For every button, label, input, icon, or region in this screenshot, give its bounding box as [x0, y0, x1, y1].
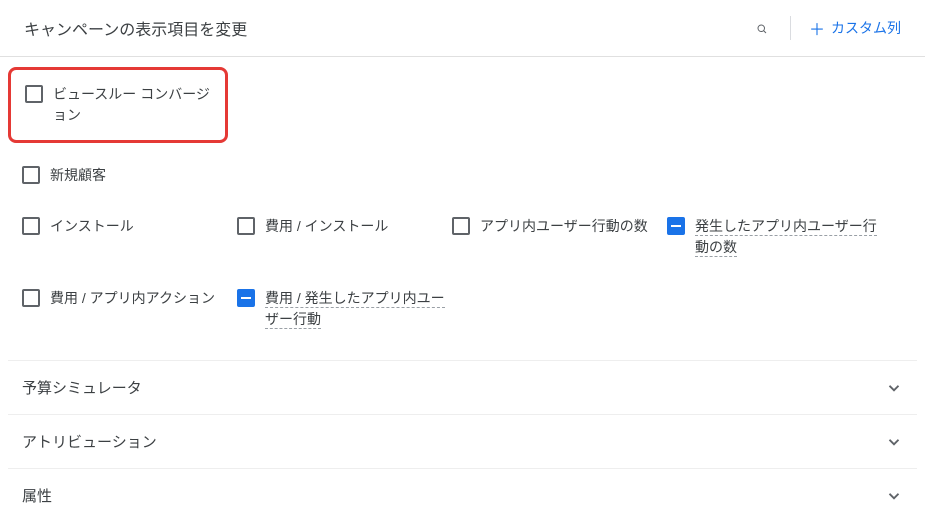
divider [790, 16, 791, 40]
checkbox-unchecked[interactable] [452, 217, 470, 235]
checkbox-unchecked[interactable] [237, 217, 255, 235]
custom-column-label: カスタム列 [831, 18, 901, 38]
checkbox-unchecked[interactable] [22, 166, 40, 184]
checkbox-indeterminate[interactable] [667, 217, 685, 235]
chevron-down-icon [885, 433, 903, 451]
chevron-down-icon [885, 487, 903, 505]
content: ビュースルー コンバージョン 新規顧客 インストール 費用 / インストール [0, 57, 925, 522]
search-icon[interactable] [752, 18, 772, 38]
checkbox-unchecked[interactable] [25, 85, 43, 103]
highlight-box: ビュースルー コンバージョン [8, 67, 228, 143]
item-view-through-conv[interactable]: ビュースルー コンバージョン [25, 84, 211, 126]
item-label-wrapper: 費用 / 発生したアプリ内ユーザー行動 [265, 288, 452, 330]
item-label: 費用 / 発生したアプリ内ユーザー行動 [265, 290, 445, 329]
custom-column-button[interactable]: ＋ カスタム列 [809, 16, 901, 40]
item-new-customer[interactable]: 新規顧客 [22, 165, 106, 186]
header: キャンペーンの表示項目を変更 ＋ カスタム列 [0, 0, 925, 57]
item-cost-per-in-app-action[interactable]: 費用 / アプリ内アクション [22, 288, 215, 309]
item-in-app-actions-count[interactable]: アプリ内ユーザー行動の数 [452, 216, 648, 237]
item-label: 新規顧客 [50, 165, 106, 186]
chevron-down-icon [885, 379, 903, 397]
checkbox-unchecked[interactable] [22, 217, 40, 235]
item-cost-per-install[interactable]: 費用 / インストール [237, 216, 388, 237]
item-cost-per-occurred-action[interactable]: 費用 / 発生したアプリ内ユーザー行動 [237, 288, 452, 330]
section-title: アトリビューション [22, 431, 157, 452]
plus-icon: ＋ [809, 16, 825, 40]
item-label: アプリ内ユーザー行動の数 [480, 216, 648, 237]
section-title: 属性 [22, 485, 52, 506]
item-label: 費用 / インストール [265, 216, 388, 237]
section-title: 予算シミュレータ [22, 377, 142, 398]
page-title: キャンペーンの表示項目を変更 [24, 16, 247, 40]
item-label: 費用 / アプリ内アクション [50, 288, 215, 309]
section-budget-simulator[interactable]: 予算シミュレータ [8, 360, 917, 414]
item-label: ビュースルー コンバージョン [53, 84, 211, 126]
item-install[interactable]: インストール [22, 216, 134, 237]
header-actions: ＋ カスタム列 [752, 16, 901, 40]
checkbox-indeterminate[interactable] [237, 289, 255, 307]
section-attribution[interactable]: アトリビューション [8, 414, 917, 468]
item-occurred-in-app-actions[interactable]: 発生したアプリ内ユーザー行動の数 [667, 216, 882, 258]
checkbox-unchecked[interactable] [22, 289, 40, 307]
section-attributes[interactable]: 属性 [8, 468, 917, 522]
item-label-wrapper: 発生したアプリ内ユーザー行動の数 [695, 216, 882, 258]
item-label: 発生したアプリ内ユーザー行動の数 [695, 218, 877, 257]
item-label: インストール [50, 216, 134, 237]
